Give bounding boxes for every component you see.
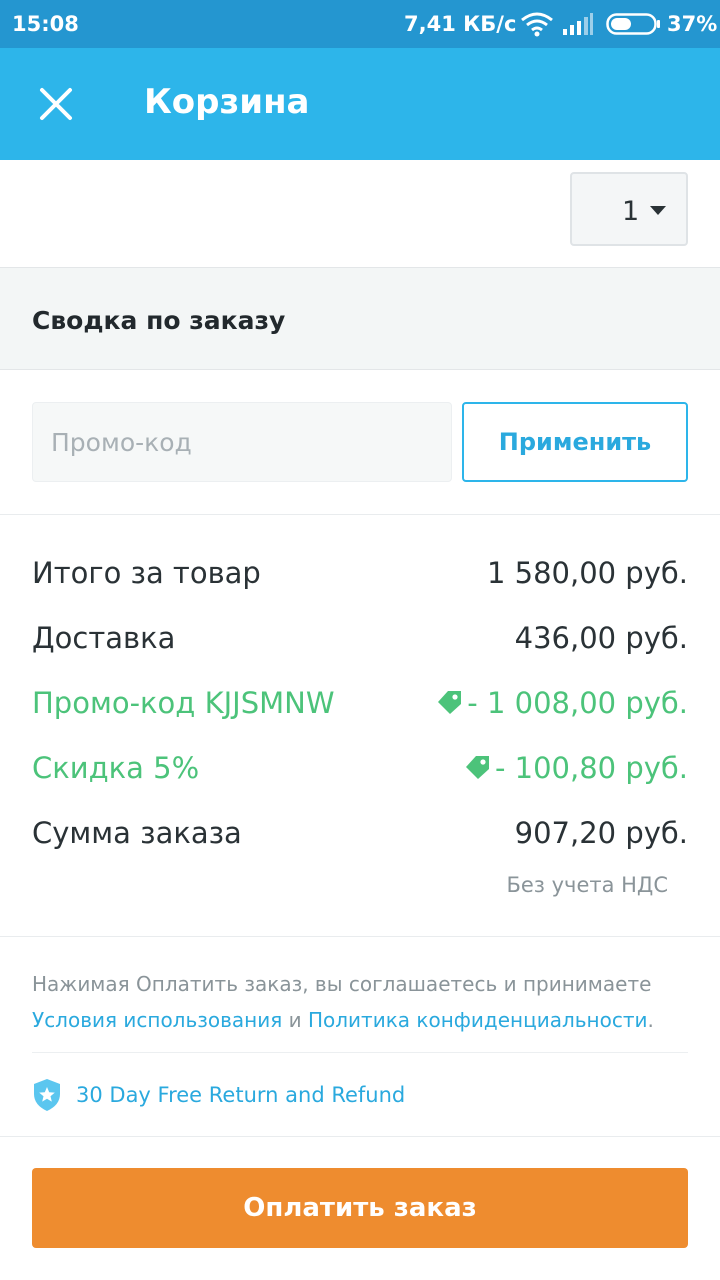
- row-label: Сумма заказа: [32, 816, 242, 850]
- close-icon[interactable]: [36, 84, 76, 124]
- wifi-icon: [521, 12, 553, 37]
- row-amount-wrap: - 1 008,00 руб.: [435, 686, 688, 720]
- terms-prefix: Нажимая Оплатить заказ, вы соглашаетесь …: [32, 972, 652, 996]
- divider: [0, 1136, 720, 1137]
- row-label: Доставка: [32, 621, 176, 655]
- divider: [0, 936, 720, 937]
- pay-order-button[interactable]: Оплатить заказ: [32, 1168, 688, 1248]
- row-amount-wrap: - 100,80 руб.: [463, 751, 688, 785]
- tag-icon: [465, 756, 489, 779]
- terms-of-use-link[interactable]: Условия использования: [32, 1008, 282, 1032]
- chevron-down-icon: [650, 206, 666, 215]
- status-time: 15:08: [12, 12, 79, 36]
- row-amount: 1 580,00 руб.: [486, 556, 688, 590]
- row-amount: - 100,80 руб.: [494, 751, 688, 785]
- row-amount: 907,20 руб.: [514, 816, 688, 850]
- summary-row-delivery: Доставка 436,00 руб.: [32, 621, 688, 661]
- page-title: Корзина: [144, 82, 310, 122]
- quantity-value: 1: [622, 196, 640, 227]
- quantity-dropdown[interactable]: 1: [570, 172, 688, 246]
- summary-row-promo: Промо-код KJJSMNW - 1 008,00 руб.: [32, 686, 688, 726]
- vat-note: Без учета НДС: [506, 873, 668, 897]
- terms-suffix: .: [647, 1008, 654, 1032]
- app-bar: Корзина: [0, 48, 720, 160]
- section-title: Сводка по заказу: [32, 306, 286, 335]
- promo-code-input[interactable]: [32, 402, 452, 482]
- summary-row-total: Сумма заказа 907,20 руб.: [32, 816, 688, 856]
- status-bar: 15:08 7,41 КБ/с 37%: [0, 0, 720, 48]
- network-speed: 7,41 КБ/с: [404, 12, 517, 36]
- row-label: Итого за товар: [32, 556, 261, 590]
- row-amount: - 1 008,00 руб.: [467, 686, 688, 720]
- row-label: Скидка 5%: [32, 751, 200, 785]
- order-summary-header: Сводка по заказу: [0, 267, 720, 370]
- battery-icon: [606, 13, 660, 35]
- summary-row-subtotal: Итого за товар 1 580,00 руб.: [32, 556, 688, 596]
- shield-icon: [34, 1079, 60, 1111]
- privacy-policy-link[interactable]: Политика конфиденциальности: [308, 1008, 648, 1032]
- tag-icon: [438, 691, 462, 714]
- divider: [32, 1052, 688, 1053]
- battery-percent: 37%: [667, 12, 718, 36]
- guarantee-text: 30 Day Free Return and Refund: [76, 1083, 406, 1107]
- apply-button[interactable]: Применить: [462, 402, 688, 482]
- row-amount: 436,00 руб.: [514, 621, 688, 655]
- summary-row-discount: Скидка 5% - 100,80 руб.: [32, 751, 688, 791]
- terms-conjunction: и: [288, 1008, 302, 1032]
- terms-text: Нажимая Оплатить заказ, вы соглашаетесь …: [32, 966, 692, 1038]
- divider: [0, 514, 720, 515]
- row-label: Промо-код KJJSMNW: [32, 686, 335, 720]
- signal-icon: [563, 13, 593, 35]
